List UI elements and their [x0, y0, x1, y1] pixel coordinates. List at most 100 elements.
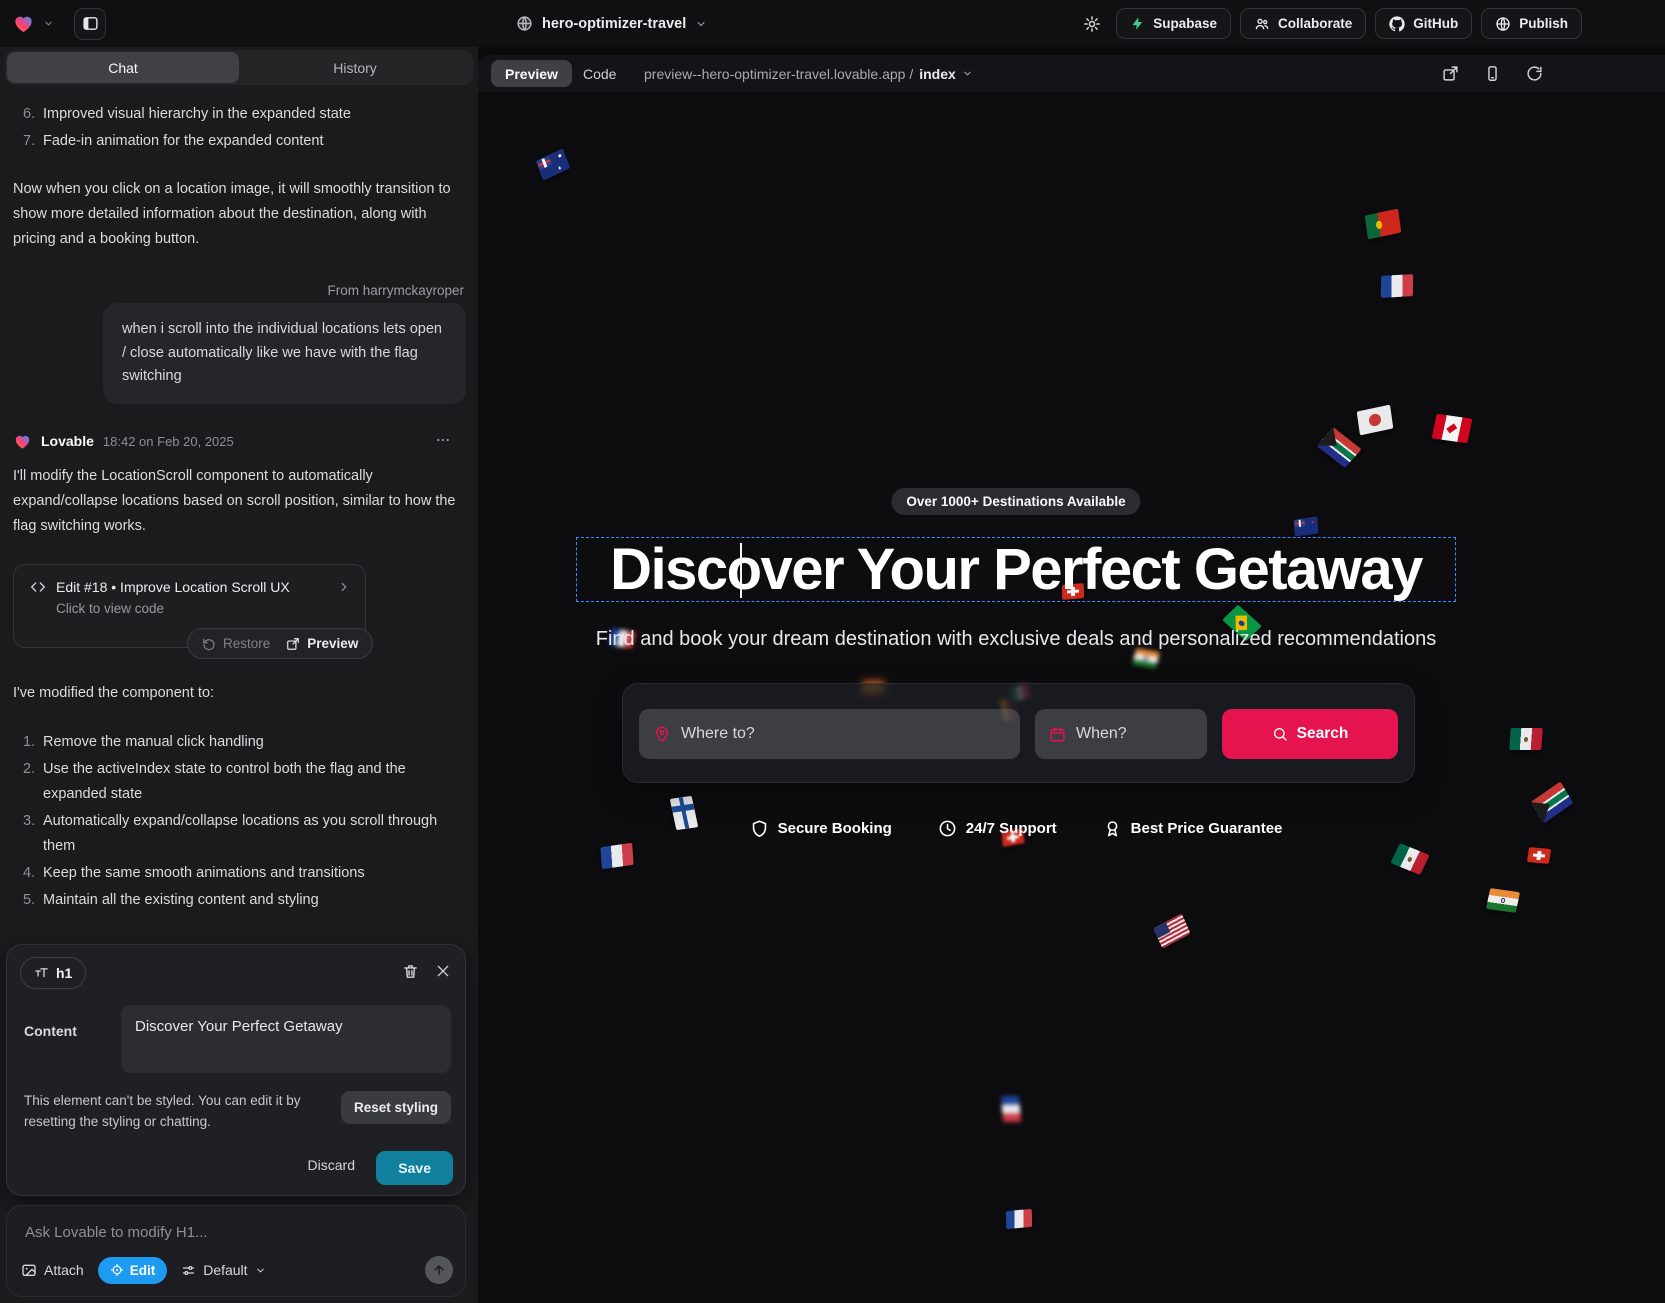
- github-button[interactable]: GitHub: [1375, 8, 1472, 39]
- tab-preview[interactable]: Preview: [491, 60, 572, 87]
- h1-selection-outline[interactable]: Discover Your Perfect Getaway: [576, 537, 1456, 602]
- github-icon: [1389, 16, 1405, 32]
- logo-chevron-down-icon[interactable]: [43, 18, 54, 29]
- lovable-app: hero-optimizer-travel Supabase Collabora…: [0, 0, 1665, 1303]
- edit-card-subtitle: Click to view code: [14, 595, 365, 616]
- hero-heading[interactable]: Discover Your Perfect Getaway: [610, 536, 1422, 603]
- location-pin-icon: [653, 725, 671, 743]
- feature-support: 24/7 Support: [938, 819, 1057, 838]
- edit-card-title: Edit #18 • Improve Location Scroll UX: [56, 579, 327, 595]
- content-field-label: Content: [24, 1023, 77, 1039]
- element-editor-panel: h1 Content Discover Your Perfect Getaway…: [6, 944, 466, 1196]
- publish-button[interactable]: Publish: [1481, 8, 1582, 39]
- chevron-down-icon: [255, 1265, 266, 1276]
- project-selector[interactable]: hero-optimizer-travel: [516, 0, 707, 47]
- model-default-selector[interactable]: Default: [181, 1262, 265, 1278]
- globe-icon: [516, 15, 533, 32]
- tab-chat[interactable]: Chat: [7, 52, 239, 83]
- save-button[interactable]: Save: [376, 1151, 453, 1185]
- attach-button[interactable]: Attach: [21, 1262, 84, 1278]
- where-to-input[interactable]: Where to?: [639, 709, 1020, 759]
- delete-element-button[interactable]: [402, 963, 419, 980]
- clock-icon: [938, 819, 957, 838]
- restore-icon: [202, 637, 216, 651]
- project-chevron-down-icon: [695, 18, 707, 30]
- preview-canvas: Over 1000+ Destinations Available Discov…: [478, 92, 1665, 1303]
- shield-icon: [750, 819, 769, 838]
- discard-button[interactable]: Discard: [308, 1157, 355, 1173]
- hero-section: Over 1000+ Destinations Available Discov…: [478, 92, 1554, 1303]
- refresh-icon: [1526, 65, 1543, 82]
- collaborate-button[interactable]: Collaborate: [1240, 8, 1366, 39]
- more-options-icon[interactable]: [435, 432, 451, 448]
- list-item: 1.Remove the manual click handling: [13, 730, 465, 755]
- tab-history[interactable]: History: [239, 52, 471, 83]
- tab-code[interactable]: Code: [583, 60, 616, 87]
- external-link-icon: [286, 637, 300, 651]
- lovable-logo-heart-icon[interactable]: [12, 12, 35, 35]
- feature-best-price: Best Price Guarantee: [1103, 819, 1283, 838]
- calendar-icon: [1049, 726, 1066, 743]
- target-icon: [110, 1263, 124, 1277]
- chat-sidebar: Chat History 6. Improved visual hierarch…: [0, 47, 478, 1303]
- when-input[interactable]: When?: [1035, 709, 1207, 759]
- supabase-bolt-icon: [1130, 16, 1145, 31]
- project-name: hero-optimizer-travel: [542, 16, 686, 32]
- trash-icon: [402, 963, 419, 980]
- url-page: index: [919, 66, 956, 82]
- preview-version-button[interactable]: Preview: [286, 636, 358, 651]
- publish-globe-icon: [1495, 16, 1511, 32]
- message-timestamp: 18:42 on Feb 20, 2025: [103, 434, 234, 449]
- sliders-icon: [181, 1263, 196, 1278]
- list-item: 7. Fade-in animation for the expanded co…: [13, 129, 465, 154]
- feature-badges: Secure Booking 24/7 Support Best Price G…: [478, 819, 1554, 838]
- close-editor-button[interactable]: [435, 963, 451, 979]
- destinations-badge: Over 1000+ Destinations Available: [891, 488, 1140, 515]
- top-bar: hero-optimizer-travel Supabase Collabora…: [0, 0, 1665, 47]
- hero-subtitle: Find and book your dream destination wit…: [478, 628, 1554, 651]
- list-item: 2.Use the activeIndex state to control b…: [13, 757, 465, 807]
- send-button[interactable]: [425, 1256, 453, 1284]
- restore-button[interactable]: Restore: [202, 636, 270, 651]
- mobile-view-button[interactable]: [1481, 63, 1503, 85]
- list-item: 3.Automatically expand/collapse location…: [13, 809, 465, 859]
- smartphone-icon: [1484, 65, 1501, 82]
- text-caret: [740, 543, 742, 598]
- styling-note: This element can't be styled. You can ed…: [24, 1091, 324, 1132]
- close-icon: [435, 963, 451, 979]
- code-icon: [30, 579, 46, 595]
- settings-button[interactable]: [1077, 9, 1107, 39]
- list-item: 5.Maintain all the existing content and …: [13, 888, 465, 913]
- preview-chrome-bar: Preview Code preview--hero-optimizer-tra…: [478, 55, 1665, 92]
- lovable-heart-icon: [13, 432, 32, 451]
- assistant-header: Lovable 18:42 on Feb 20, 2025: [13, 428, 465, 454]
- preview-pane: Preview Code preview--hero-optimizer-tra…: [478, 55, 1665, 1303]
- chat-input-card[interactable]: Ask Lovable to modify H1... Attach Edit …: [6, 1205, 466, 1297]
- assistant-steps-list: 1.Remove the manual click handling 2.Use…: [13, 730, 465, 915]
- search-icon: [1272, 726, 1288, 742]
- external-link-icon: [1442, 65, 1459, 82]
- preview-url[interactable]: preview--hero-optimizer-travel.lovable.a…: [644, 55, 973, 92]
- chevron-right-icon: [337, 580, 351, 594]
- chat-input-placeholder[interactable]: Ask Lovable to modify H1...: [25, 1224, 208, 1241]
- award-icon: [1103, 819, 1122, 838]
- users-icon: [1254, 16, 1270, 32]
- supabase-button[interactable]: Supabase: [1116, 8, 1231, 39]
- url-chevron-down-icon: [962, 68, 973, 79]
- edit-mode-button[interactable]: Edit: [98, 1257, 168, 1284]
- assistant-paragraph: Now when you click on a location image, …: [13, 177, 465, 252]
- refresh-button[interactable]: [1523, 63, 1545, 85]
- reset-styling-button[interactable]: Reset styling: [341, 1091, 451, 1124]
- content-textarea[interactable]: Discover Your Perfect Getaway: [121, 1005, 451, 1073]
- open-in-new-tab-button[interactable]: [1439, 63, 1461, 85]
- feature-secure-booking: Secure Booking: [750, 819, 892, 838]
- where-to-placeholder: Where to?: [681, 725, 755, 743]
- list-item: 6. Improved visual hierarchy in the expa…: [13, 102, 465, 127]
- panel-left-icon: [82, 15, 99, 32]
- when-placeholder: When?: [1076, 725, 1127, 743]
- sidebar-toggle-button[interactable]: [74, 8, 106, 40]
- selected-element-tag[interactable]: h1: [20, 957, 86, 989]
- search-button[interactable]: Search: [1222, 709, 1398, 759]
- image-icon: [21, 1262, 37, 1278]
- search-bar: Where to? When? Search: [622, 683, 1415, 783]
